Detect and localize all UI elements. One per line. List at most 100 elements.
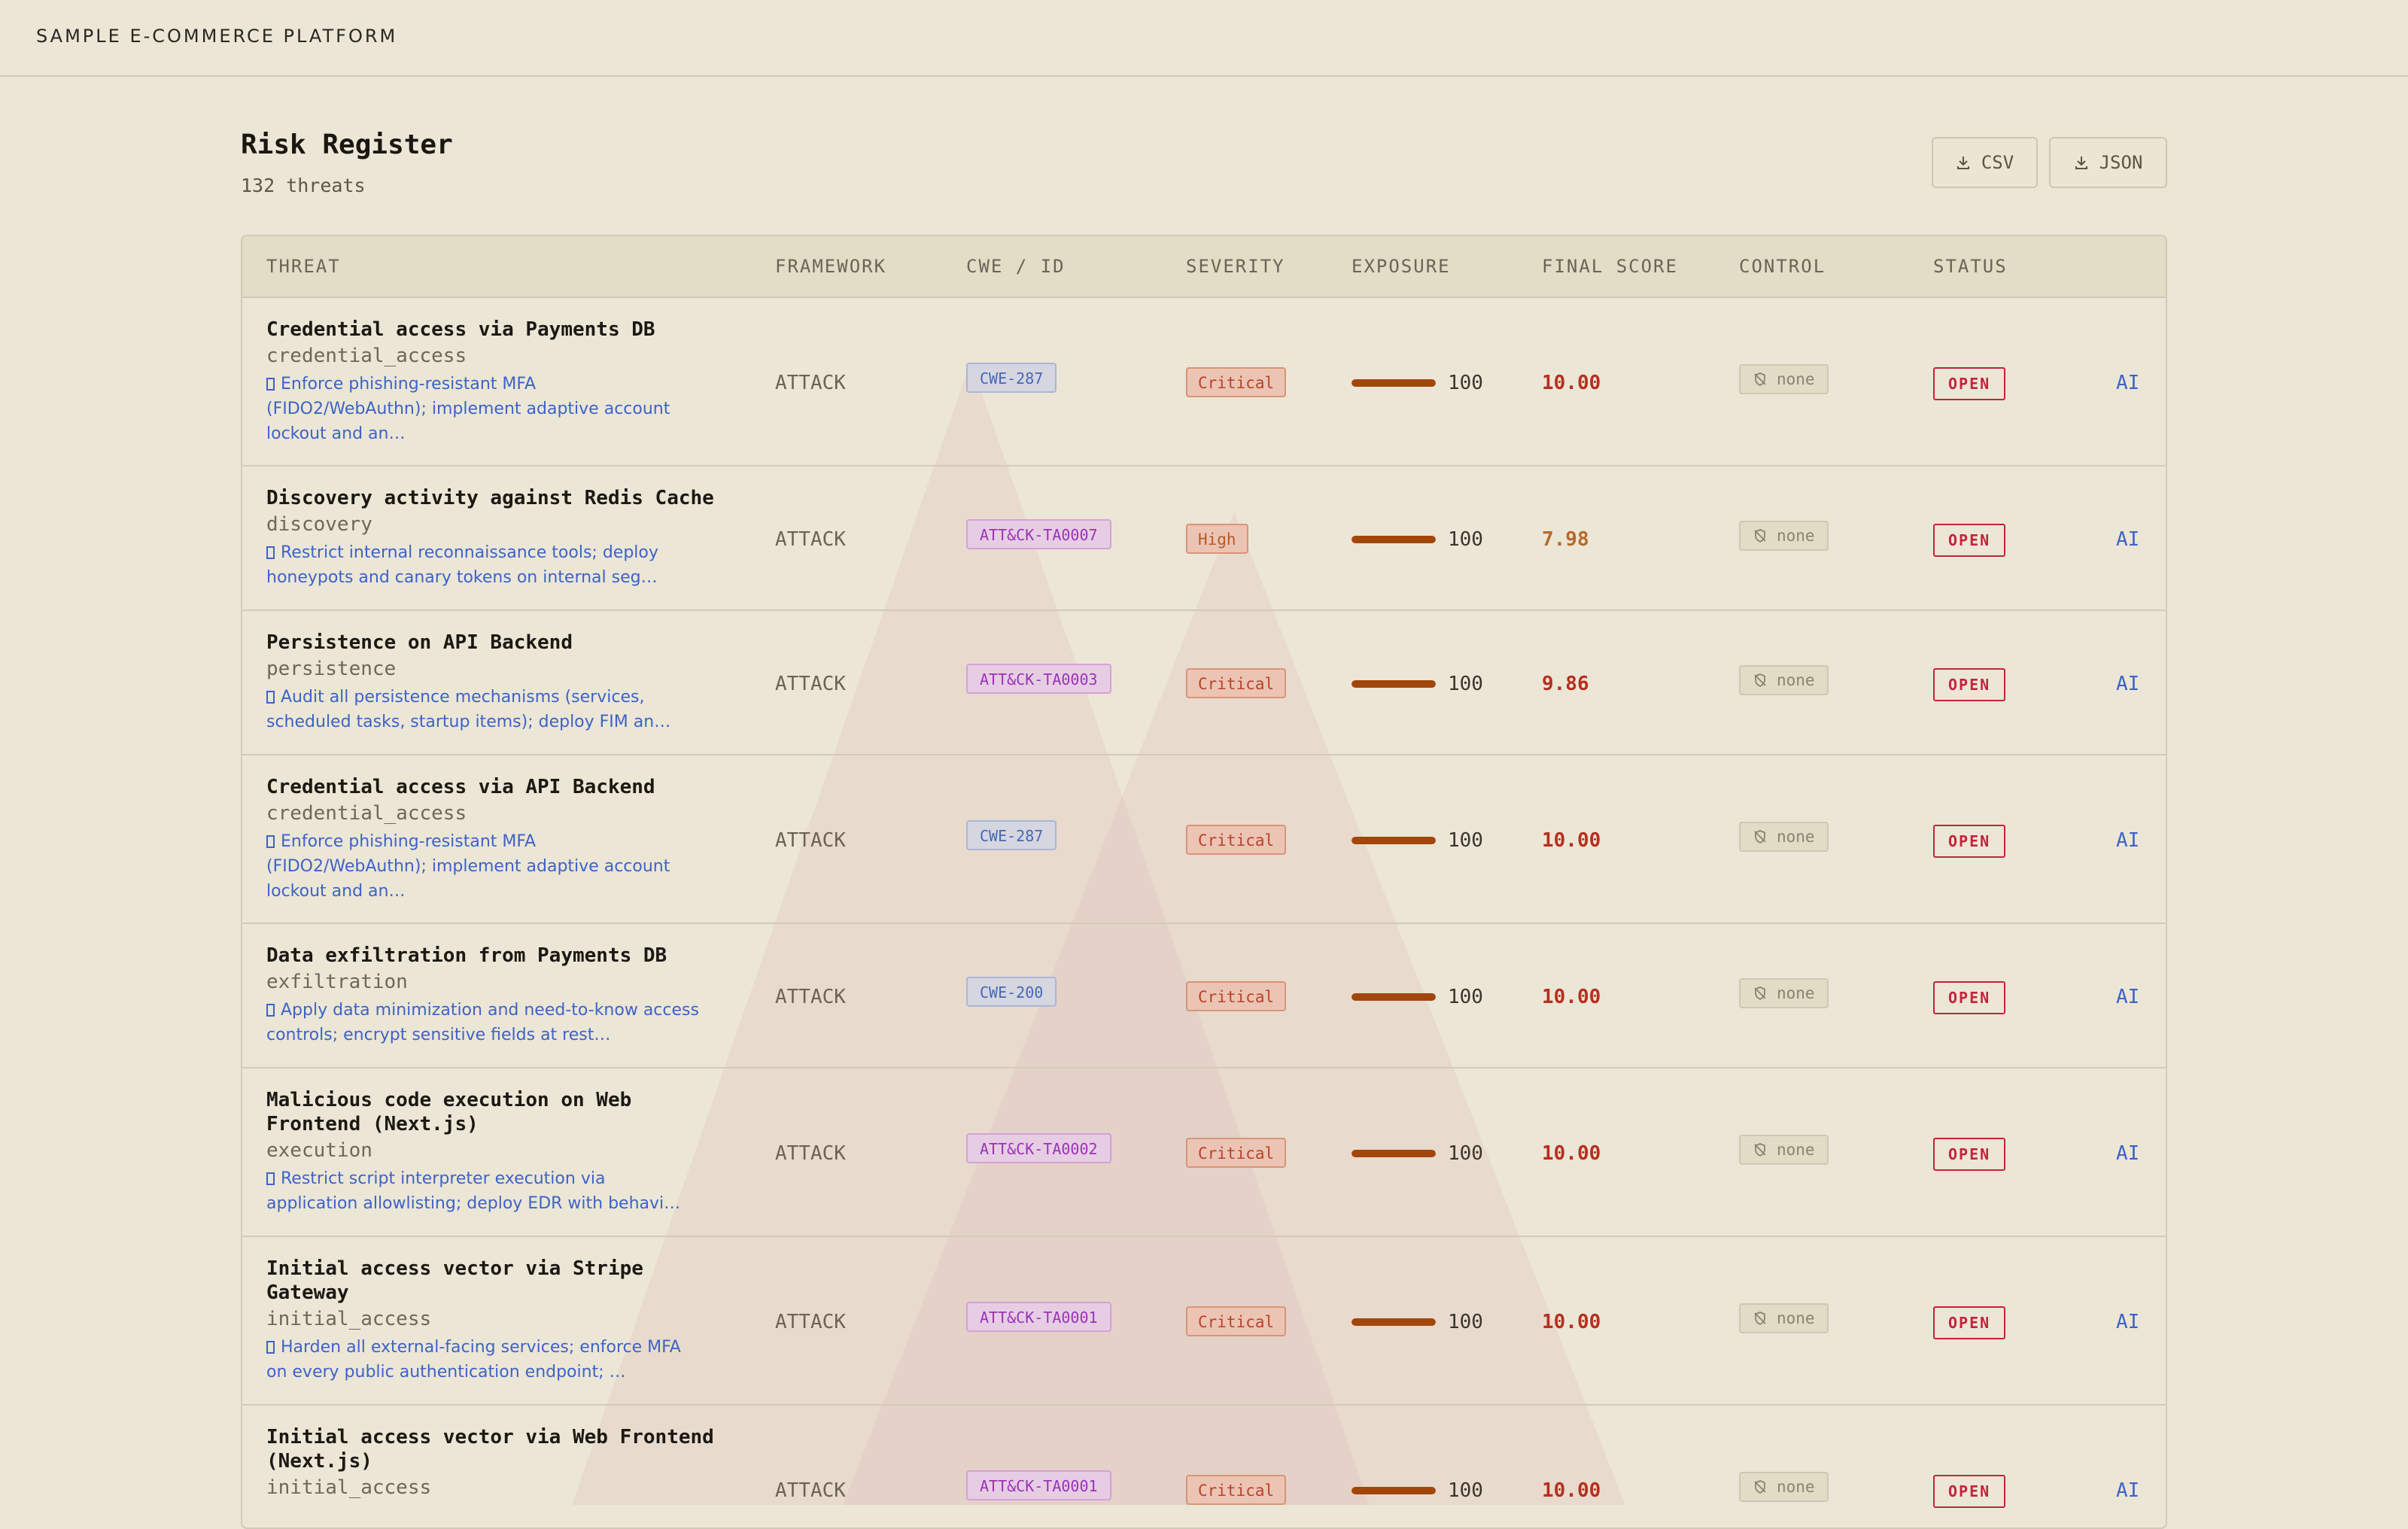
cwe-badge[interactable]: ATT&CK-TA0001 — [966, 1302, 1111, 1332]
ai-action-button[interactable]: AI — [2116, 528, 2139, 551]
table-row[interactable]: Malicious code execution on Web Frontend … — [242, 1068, 2166, 1237]
ai-action-button[interactable]: AI — [2116, 1311, 2139, 1333]
control-label: none — [1777, 1478, 1815, 1496]
brand-title: SAMPLE E-COMMERCE PLATFORM — [36, 26, 398, 47]
cwe-badge[interactable]: ATT&CK-TA0002 — [966, 1133, 1111, 1163]
cwe-badge[interactable]: ATT&CK-TA0003 — [966, 664, 1111, 694]
top-bar: SAMPLE E-COMMERCE PLATFORM — [0, 0, 2408, 77]
status-badge[interactable]: OPEN — [1933, 1138, 2006, 1171]
mitigation-link[interactable]: Apply data minimization and need-to-know… — [266, 998, 733, 1047]
export-json-button[interactable]: JSON — [2049, 137, 2167, 188]
threat-title[interactable]: Initial access vector via Web Frontend (N… — [266, 1425, 733, 1473]
export-csv-label: CSV — [1981, 152, 2014, 173]
exposure-bar-fill — [1351, 1150, 1436, 1157]
exposure-cell: 100 — [1351, 528, 1483, 551]
status-badge[interactable]: OPEN — [1933, 981, 2006, 1014]
exposure-bar-fill — [1351, 837, 1436, 844]
col-cwe[interactable]: CWE / ID — [966, 256, 1066, 277]
mitigation-link[interactable]: Restrict script interpreter execution vi… — [266, 1166, 733, 1216]
threat-category: persistence — [266, 658, 397, 680]
col-exposure[interactable]: EXPOSURE — [1351, 256, 1451, 277]
threat-title[interactable]: Initial access vector via Stripe Gateway — [266, 1257, 733, 1305]
framework-value: ATTACK — [775, 986, 846, 1008]
threat-category: credential_access — [266, 345, 467, 367]
mitigation-link[interactable]: Enforce phishing-resistant MFA (FIDO2/Web… — [266, 372, 733, 446]
col-control[interactable]: CONTROL — [1739, 256, 1826, 277]
col-status[interactable]: STATUS — [1933, 256, 2008, 277]
cwe-badge[interactable]: ATT&CK-TA0001 — [966, 1470, 1111, 1500]
mitigation-link[interactable]: Enforce phishing-resistant MFA (FIDO2/Web… — [266, 829, 733, 904]
ai-action-button[interactable]: AI — [2116, 829, 2139, 852]
mitigation-link[interactable]: Restrict internal reconnaissance tools; … — [266, 540, 733, 590]
exposure-bar — [1351, 1150, 1436, 1157]
cwe-badge[interactable]: ATT&CK-TA0007 — [966, 519, 1111, 549]
exposure-value: 100 — [1448, 1479, 1483, 1502]
final-score: 10.00 — [1542, 372, 1601, 394]
col-final-score[interactable]: FINAL SCORE — [1542, 256, 1678, 277]
table-row[interactable]: Initial access vector via Stripe Gateway i… — [242, 1237, 2166, 1406]
table-row[interactable]: Discovery activity against Redis Cache di… — [242, 467, 2166, 611]
threat-title[interactable]: Data exfiltration from Payments DB — [266, 944, 733, 968]
mitigation-link[interactable]: Audit all persistence mechanisms (servic… — [266, 685, 733, 734]
status-badge[interactable]: OPEN — [1933, 825, 2006, 858]
col-framework[interactable]: FRAMEWORK — [775, 256, 886, 277]
ai-action-button[interactable]: AI — [2116, 1142, 2139, 1165]
final-score: 10.00 — [1542, 986, 1601, 1008]
control-label: none — [1777, 828, 1815, 846]
exposure-bar-fill — [1351, 536, 1436, 543]
control-badge[interactable]: none — [1739, 665, 1829, 695]
control-badge[interactable]: none — [1739, 1472, 1829, 1502]
shield-off-icon — [1754, 830, 1766, 844]
control-label: none — [1777, 370, 1815, 388]
threat-cell: Credential access via API Backend credent… — [266, 775, 733, 904]
table-row[interactable]: Credential access via API Backend credent… — [242, 755, 2166, 924]
control-badge[interactable]: none — [1739, 1303, 1829, 1333]
severity-badge: Critical — [1186, 1138, 1287, 1168]
risk-table: THREAT FRAMEWORK CWE / ID SEVERITY EXPOS… — [241, 235, 2167, 1529]
status-badge[interactable]: OPEN — [1933, 1306, 2006, 1339]
threat-title[interactable]: Malicious code execution on Web Frontend … — [266, 1088, 733, 1136]
status-badge[interactable]: OPEN — [1933, 367, 2006, 400]
download-icon — [2075, 157, 2087, 169]
ai-action-button[interactable]: AI — [2116, 986, 2139, 1008]
ai-action-button[interactable]: AI — [2116, 1479, 2139, 1502]
cwe-badge[interactable]: CWE-200 — [966, 977, 1057, 1007]
cwe-badge[interactable]: CWE-287 — [966, 363, 1057, 393]
table-row[interactable]: Persistence on API Backend persistence Aud… — [242, 611, 2166, 755]
framework-value: ATTACK — [775, 372, 846, 394]
col-severity[interactable]: SEVERITY — [1186, 256, 1285, 277]
table-row[interactable]: Data exfiltration from Payments DB exfilt… — [242, 924, 2166, 1068]
threat-title[interactable]: Persistence on API Backend — [266, 631, 733, 655]
threat-count: 132 threats — [241, 175, 366, 196]
final-score: 10.00 — [1542, 1311, 1601, 1333]
export-csv-button[interactable]: CSV — [1932, 137, 2038, 188]
cwe-badge[interactable]: CWE-287 — [966, 820, 1057, 850]
col-threat[interactable]: THREAT — [266, 256, 341, 277]
ai-action-button[interactable]: AI — [2116, 372, 2139, 394]
framework-value: ATTACK — [775, 829, 846, 852]
threat-cell: Malicious code execution on Web Frontend … — [266, 1088, 733, 1216]
threat-cell: Persistence on API Backend persistence Aud… — [266, 631, 733, 734]
shield-off-icon — [1754, 529, 1766, 543]
status-badge[interactable]: OPEN — [1933, 668, 2006, 701]
status-badge[interactable]: OPEN — [1933, 524, 2006, 557]
threat-cell: Initial access vector via Stripe Gateway i… — [266, 1257, 733, 1385]
control-badge[interactable]: none — [1739, 521, 1829, 551]
severity-badge: High — [1186, 524, 1248, 554]
control-badge[interactable]: none — [1739, 978, 1829, 1008]
table-row[interactable]: Initial access vector via Web Frontend (N… — [242, 1406, 2166, 1527]
control-badge[interactable]: none — [1739, 364, 1829, 394]
control-badge[interactable]: none — [1739, 822, 1829, 852]
control-badge[interactable]: none — [1739, 1135, 1829, 1165]
threat-title[interactable]: Discovery activity against Redis Cache — [266, 486, 733, 510]
mitigation-icon — [266, 1004, 275, 1017]
shield-off-icon — [1754, 372, 1766, 387]
status-badge[interactable]: OPEN — [1933, 1475, 2006, 1508]
table-row[interactable]: Credential access via Payments DB credent… — [242, 298, 2166, 467]
threat-title[interactable]: Credential access via API Backend — [266, 775, 733, 799]
mitigation-link[interactable]: Harden all external-facing services; enf… — [266, 1335, 733, 1385]
severity-badge: Critical — [1186, 1306, 1287, 1336]
final-score: 10.00 — [1542, 1142, 1601, 1165]
ai-action-button[interactable]: AI — [2116, 673, 2139, 695]
threat-title[interactable]: Credential access via Payments DB — [266, 318, 733, 342]
